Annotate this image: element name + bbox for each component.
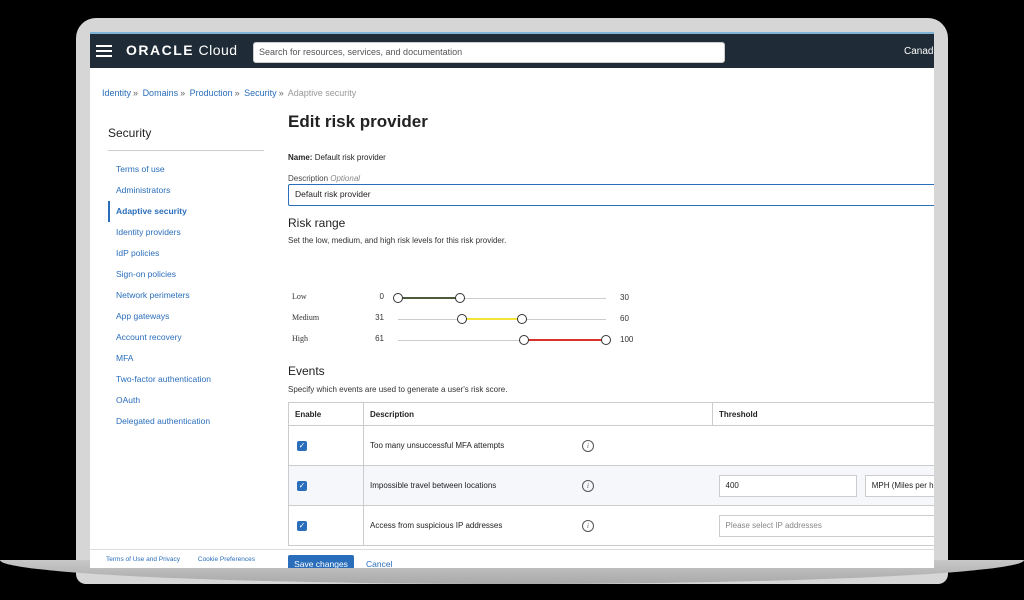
oracle-cloud-logo[interactable]: ORACLE Cloud	[126, 42, 238, 58]
risk-medium-min-handle[interactable]	[457, 314, 467, 324]
sidebar-item-network-perimeters[interactable]: Network perimeters	[108, 285, 264, 306]
sidebar-title: Security	[108, 126, 264, 151]
sidebar-item-idp-policies[interactable]: IdP policies	[108, 243, 264, 264]
global-search-input[interactable]: Search for resources, services, and docu…	[253, 42, 725, 63]
region-selector[interactable]: Canada	[904, 46, 934, 57]
sidebar-item-mfa[interactable]: MFA	[108, 348, 264, 369]
table-row: ✓ Access from suspicious IP addresses i P…	[288, 505, 934, 546]
risk-high-max-handle[interactable]	[601, 335, 611, 345]
sidebar-item-adaptive-security[interactable]: Adaptive security	[108, 201, 264, 222]
threshold-cell: 400 MPH (Miles per h	[712, 465, 934, 506]
sidebar-item-two-factor-authentication[interactable]: Two-factor authentication	[108, 369, 264, 390]
enable-cell: ✓	[288, 505, 364, 546]
hamburger-menu-icon[interactable]	[96, 45, 112, 57]
breadcrumb-security[interactable]: Security	[244, 88, 277, 98]
info-icon[interactable]: i	[582, 439, 594, 452]
sidebar-item-app-gateways[interactable]: App gateways	[108, 306, 264, 327]
risk-medium-max-handle[interactable]	[517, 314, 527, 324]
breadcrumb-production[interactable]: Production	[190, 88, 233, 98]
breadcrumb: Identity» Domains» Production» Security»…	[102, 88, 357, 98]
ip-address-select[interactable]: Please select IP addresses	[718, 514, 934, 537]
breadcrumb-domains[interactable]: Domains	[143, 88, 179, 98]
event-description: Impossible travel between locations	[370, 480, 497, 490]
breadcrumb-current: Adaptive security	[287, 88, 357, 98]
risk-row-high: High 61 100	[288, 332, 648, 348]
brand-cloud: Cloud	[198, 42, 238, 58]
description-input[interactable]: Default risk provider	[288, 184, 934, 206]
risk-label-low: Low	[292, 292, 307, 301]
description-optional-text: Optional	[330, 174, 361, 183]
risk-fill-low	[398, 297, 460, 299]
suspicious-ip-checkbox[interactable]: ✓	[297, 520, 307, 531]
description-cell: Access from suspicious IP addresses i	[363, 505, 713, 546]
risk-range-subtitle: Set the low, medium, and high risk level…	[288, 236, 507, 245]
sidebar-item-terms-of-use[interactable]: Terms of use	[108, 159, 264, 180]
risk-min-high: 61	[375, 334, 384, 343]
sidebar-item-account-recovery[interactable]: Account recovery	[108, 327, 264, 348]
table-row: ✓ Too many unsuccessful MFA attempts i	[288, 425, 934, 466]
header-enable: Enable	[288, 402, 364, 426]
travel-threshold-input[interactable]: 400	[718, 474, 857, 497]
header-threshold: Threshold	[712, 402, 934, 426]
description-label-text: Description	[288, 174, 329, 183]
events-table: Enable Description Threshold ✓ Too many …	[288, 402, 934, 546]
risk-min-low: 0	[379, 292, 384, 301]
header-description: Description	[363, 402, 713, 426]
description-cell: Impossible travel between locations i	[363, 465, 713, 506]
sidebar: Security Terms of use Administrators Ada…	[108, 126, 264, 432]
risk-max-medium: 60	[620, 314, 629, 323]
sidebar-item-delegated-authentication[interactable]: Delegated authentication	[108, 411, 264, 432]
risk-label-medium: Medium	[292, 313, 320, 322]
sidebar-item-sign-on-policies[interactable]: Sign-on policies	[108, 264, 264, 285]
risk-fill-high	[524, 339, 606, 341]
risk-label-high: High	[292, 334, 308, 343]
info-icon[interactable]: i	[582, 479, 594, 492]
enable-cell: ✓	[288, 425, 364, 466]
sidebar-item-identity-providers[interactable]: Identity providers	[108, 222, 264, 243]
page-title: Edit risk provider	[288, 112, 428, 131]
risk-row-medium: Medium 31 60	[288, 311, 648, 327]
event-description: Too many unsuccessful MFA attempts	[370, 440, 505, 450]
risk-min-medium: 31	[375, 313, 384, 322]
risk-max-high: 100	[620, 335, 634, 344]
main-content: Edit risk provider Name: Default risk pr…	[288, 112, 934, 568]
risk-max-low: 30	[620, 293, 629, 302]
risk-low-max-handle[interactable]	[455, 293, 465, 303]
events-table-header: Enable Description Threshold	[288, 402, 934, 426]
footer: Terms of Use and Privacy Cookie Preferen…	[90, 549, 934, 568]
risk-high-min-handle[interactable]	[519, 335, 529, 345]
terms-of-use-link[interactable]: Terms of Use and Privacy	[106, 556, 180, 563]
name-label: Name:	[288, 153, 313, 162]
speed-unit-select[interactable]: MPH (Miles per h	[864, 474, 934, 497]
cookie-preferences-link[interactable]: Cookie Preferences	[198, 556, 255, 563]
info-icon[interactable]: i	[582, 519, 594, 532]
sidebar-item-oauth[interactable]: OAuth	[108, 390, 264, 411]
brand-oracle: ORACLE	[126, 42, 195, 58]
name-value: Default risk provider	[314, 153, 386, 162]
event-description: Access from suspicious IP addresses	[370, 520, 503, 530]
name-row: Name: Default risk provider	[288, 153, 386, 162]
sidebar-item-administrators[interactable]: Administrators	[108, 180, 264, 201]
impossible-travel-checkbox[interactable]: ✓	[297, 480, 307, 491]
risk-fill-medium	[462, 318, 522, 320]
breadcrumb-identity[interactable]: Identity	[102, 88, 131, 98]
top-navigation-bar: ORACLE Cloud Search for resources, servi…	[90, 32, 934, 68]
threshold-cell	[712, 425, 934, 466]
threshold-cell: Please select IP addresses	[712, 505, 934, 546]
risk-low-min-handle[interactable]	[393, 293, 403, 303]
description-cell: Too many unsuccessful MFA attempts i	[363, 425, 713, 466]
risk-range-title: Risk range	[288, 216, 346, 230]
table-row: ✓ Impossible travel between locations i 4…	[288, 465, 934, 506]
enable-cell: ✓	[288, 465, 364, 506]
mfa-attempts-checkbox[interactable]: ✓	[297, 440, 307, 451]
description-label: Description Optional	[288, 174, 360, 183]
app-screen: ORACLE Cloud Search for resources, servi…	[90, 32, 934, 568]
events-title: Events	[288, 364, 325, 378]
events-subtitle: Specify which events are used to generat…	[288, 385, 508, 394]
risk-row-low: Low 0 30	[288, 290, 648, 306]
